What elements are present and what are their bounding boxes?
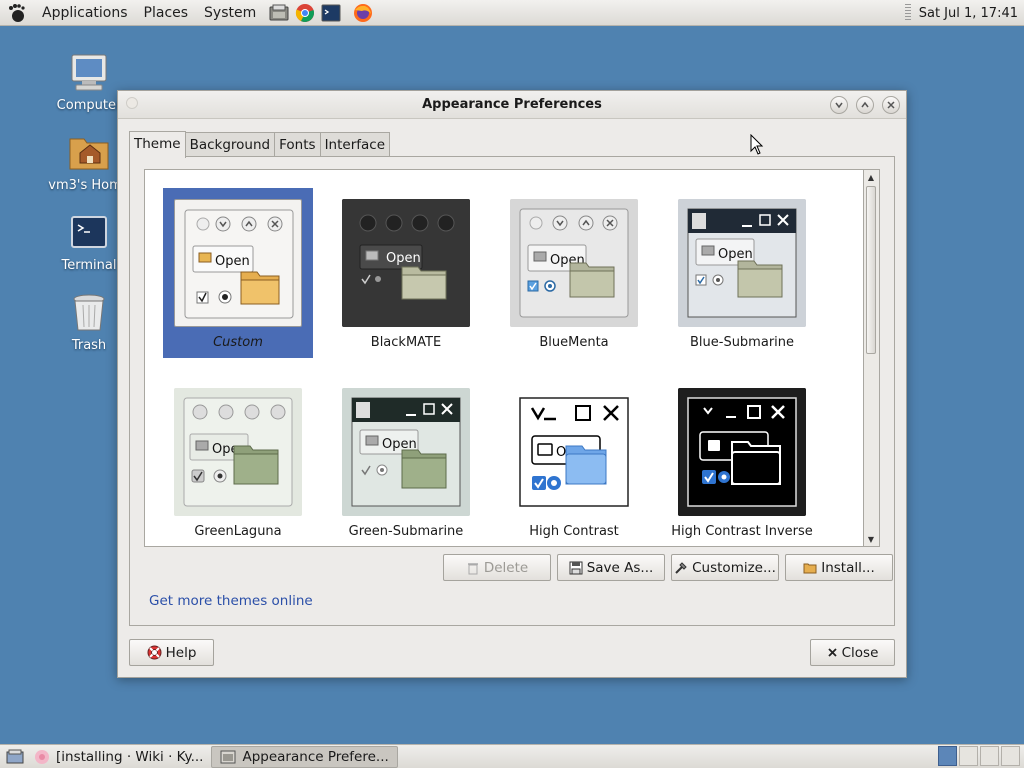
theme-name: High Contrast Inverse <box>671 524 813 539</box>
chrome-icon[interactable] <box>294 2 316 24</box>
panel-grip[interactable] <box>904 4 911 22</box>
appearance-icon <box>220 750 236 763</box>
window-title: Appearance Preferences <box>422 97 602 112</box>
clock-area: Sat Jul 1, 17:41 <box>904 0 1024 26</box>
mouse-pointer-icon <box>750 134 764 155</box>
theme-item-custom[interactable]: Open Custom <box>163 188 313 358</box>
file-manager-icon[interactable] <box>268 2 290 24</box>
customize-button-label: Customize... <box>692 559 776 576</box>
theme-item-high-contrast-inverse[interactable]: High Contrast Inverse <box>667 377 817 546</box>
system-menu[interactable]: System <box>196 0 264 26</box>
taskbar-item-label: [installing · Wiki · Ky... <box>56 748 204 765</box>
tab-background[interactable]: Background <box>184 132 276 157</box>
theme-list[interactable]: Open Custom Open BlackMATE Open BlueMent… <box>144 169 864 547</box>
theme-item-greenlaguna[interactable]: Ope GreenLaguna <box>163 377 313 546</box>
scroll-up-arrow[interactable]: ▲ <box>864 170 878 184</box>
theme-thumbnail: Ope <box>174 388 302 516</box>
theme-thumbnail: Open <box>510 199 638 327</box>
close-button[interactable]: Close <box>810 639 895 666</box>
save-as-button-label: Save As... <box>586 559 654 576</box>
maximize-button[interactable] <box>856 96 874 114</box>
firefox-icon[interactable] <box>352 2 374 24</box>
scroll-down-arrow[interactable]: ▼ <box>864 532 878 546</box>
thumb-open-label: Open <box>718 247 753 262</box>
bottom-panel: [installing · Wiki · Ky... Appearance Pr… <box>0 744 1024 768</box>
delete-button[interactable]: Delete <box>443 554 551 581</box>
taskbar-item-label: Appearance Prefere... <box>242 748 389 765</box>
taskbar-item-browser[interactable]: [installing · Wiki · Ky... <box>26 746 211 768</box>
thumb-open-label: Open <box>215 254 250 269</box>
theme-thumbnail: Open <box>342 388 470 516</box>
workspace-switcher <box>938 746 1020 766</box>
folder-icon <box>803 563 817 573</box>
tab-bar: Theme Background Fonts Interface <box>129 131 391 158</box>
lifebuoy-icon <box>147 645 162 660</box>
window-titlebar[interactable]: Appearance Preferences <box>118 91 906 119</box>
workspace-3[interactable] <box>980 746 999 766</box>
applications-menu[interactable]: Applications <box>34 0 136 26</box>
theme-item-blue-submarine[interactable]: Open Blue-Submarine <box>667 188 817 358</box>
help-button-label: Help <box>165 644 197 661</box>
workspace-1[interactable] <box>938 746 957 766</box>
theme-name: Custom <box>163 335 313 350</box>
terminal-icon <box>68 212 110 254</box>
close-icon <box>827 648 837 657</box>
chevron-down-icon <box>835 102 843 109</box>
appearance-preferences-window: Appearance Preferences Theme Background … <box>117 90 907 678</box>
browser-favicon-icon <box>35 749 49 764</box>
show-desktop-icon[interactable] <box>4 746 26 768</box>
tab-theme[interactable]: Theme <box>129 131 186 158</box>
terminal-icon[interactable] <box>320 2 342 24</box>
install-button-label: Install... <box>821 559 875 576</box>
home-folder-icon <box>68 132 110 174</box>
close-button-label: Close <box>841 644 879 661</box>
tab-interface[interactable]: Interface <box>319 132 391 157</box>
save-icon <box>569 561 583 574</box>
minimize-button[interactable] <box>830 96 848 114</box>
close-icon <box>887 101 895 109</box>
install-button[interactable]: Install... <box>785 554 893 581</box>
workspace-4[interactable] <box>1001 746 1020 766</box>
theme-name: Green-Submarine <box>348 524 464 539</box>
top-panel: Applications Places System Sat Jul 1, 17… <box>0 0 1024 26</box>
help-button[interactable]: Help <box>129 639 214 666</box>
theme-item-bluementa[interactable]: Open BlueMenta <box>499 188 649 358</box>
theme-name: GreenLaguna <box>194 524 282 539</box>
trash-icon <box>467 562 478 574</box>
trash-icon <box>68 292 110 334</box>
chevron-up-icon <box>861 101 869 108</box>
thumb-open-label: Open <box>386 251 421 266</box>
theme-name: BlueMenta <box>539 335 609 350</box>
scroll-thumb[interactable] <box>866 186 876 354</box>
theme-thumbnail: Op <box>510 388 638 516</box>
computer-icon <box>68 52 110 94</box>
get-more-themes-link[interactable]: Get more themes online <box>149 593 313 609</box>
theme-tab-panel: Open Custom Open BlackMATE Open BlueMent… <box>129 156 895 626</box>
customize-button[interactable]: Customize... <box>671 554 779 581</box>
theme-thumbnail <box>678 388 806 516</box>
theme-item-blackmate[interactable]: Open BlackMATE <box>331 188 481 358</box>
theme-name: High Contrast <box>529 524 619 539</box>
theme-name: Blue-Submarine <box>689 335 795 350</box>
places-menu[interactable]: Places <box>136 0 197 26</box>
paintbrush-icon <box>675 561 687 574</box>
gnome-foot-icon[interactable] <box>6 2 28 24</box>
theme-list-scrollbar[interactable]: ▲ ▼ <box>864 169 880 547</box>
theme-thumbnail: Open <box>174 199 302 327</box>
tab-fonts[interactable]: Fonts <box>274 132 321 157</box>
theme-item-green-submarine[interactable]: Open Green-Submarine <box>331 377 481 546</box>
window-close-button[interactable] <box>882 96 900 114</box>
theme-thumbnail: Open <box>342 199 470 327</box>
delete-button-label: Delete <box>483 559 529 576</box>
theme-item-high-contrast[interactable]: Op High Contrast <box>499 377 649 546</box>
workspace-2[interactable] <box>959 746 978 766</box>
theme-name: BlackMATE <box>370 335 442 350</box>
taskbar-item-appearance[interactable]: Appearance Prefere... <box>211 745 398 768</box>
save-as-button[interactable]: Save As... <box>557 554 665 581</box>
theme-thumbnail: Open <box>678 199 806 327</box>
clock[interactable]: Sat Jul 1, 17:41 <box>919 6 1024 21</box>
